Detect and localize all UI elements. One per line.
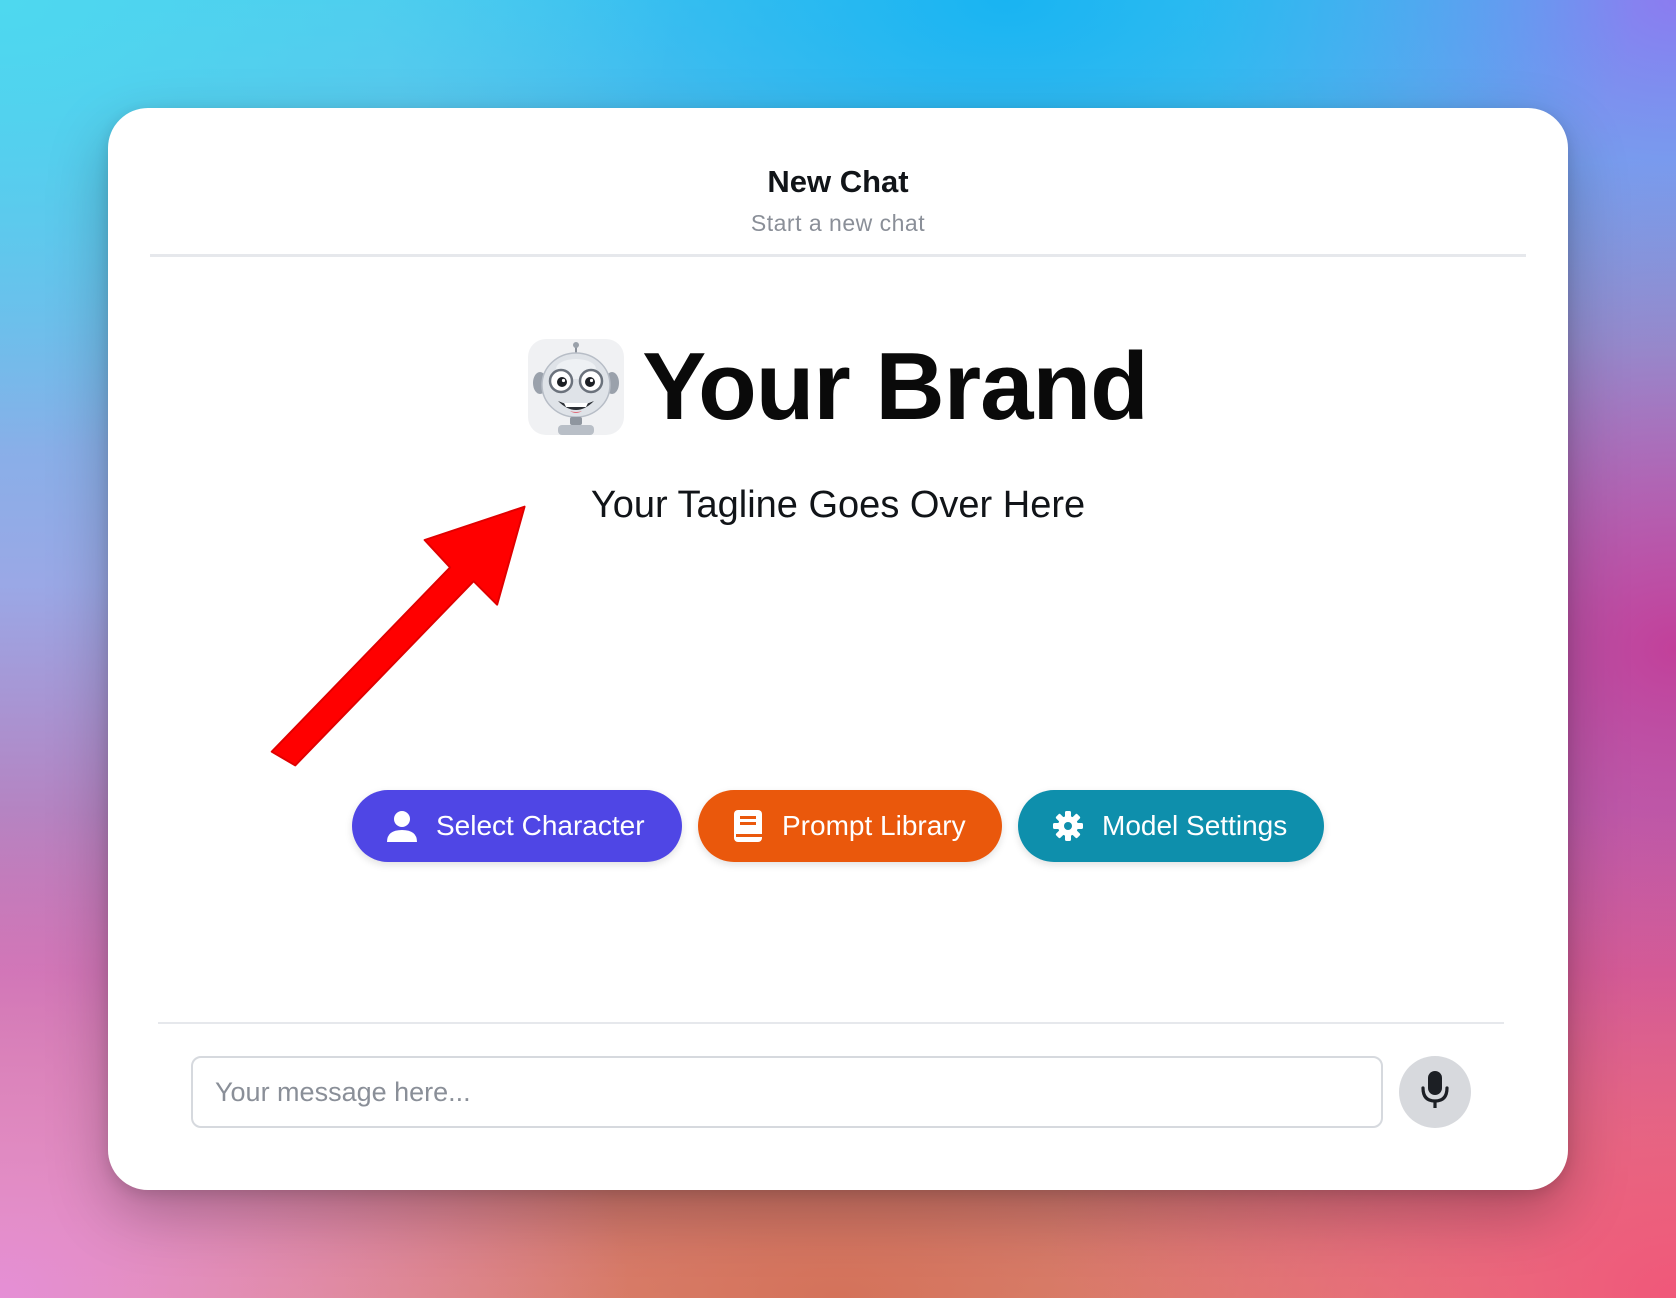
quick-actions: Select Character Prompt Library Model Se… — [108, 790, 1568, 862]
model-settings-label: Model Settings — [1102, 810, 1288, 841]
message-input[interactable] — [191, 1056, 1383, 1128]
prompt-library-label: Prompt Library — [782, 810, 966, 841]
select-character-button[interactable]: Select Character — [352, 790, 682, 862]
composer-divider — [158, 1022, 1504, 1024]
brand-heading: Your Brand — [108, 332, 1568, 442]
microphone-button[interactable] — [1399, 1056, 1471, 1128]
chat-title: New Chat — [767, 164, 909, 199]
gear-icon — [1050, 808, 1086, 844]
book-icon — [730, 808, 766, 844]
microphone-icon — [1420, 1070, 1450, 1115]
chat-header: New Chat Start a new chat — [150, 108, 1526, 257]
select-character-label: Select Character — [436, 810, 645, 841]
prompt-library-button[interactable]: Prompt Library — [698, 790, 1002, 862]
brand-name: Your Brand — [642, 333, 1149, 440]
chat-window: New Chat Start a new chat Your Brand You… — [108, 108, 1568, 1190]
red-pointer-arrow — [261, 505, 537, 787]
model-settings-button[interactable]: Model Settings — [1018, 790, 1324, 862]
user-icon — [384, 808, 420, 844]
chat-subtitle: Start a new chat — [750, 210, 926, 236]
robot-mascot-icon — [528, 339, 625, 435]
